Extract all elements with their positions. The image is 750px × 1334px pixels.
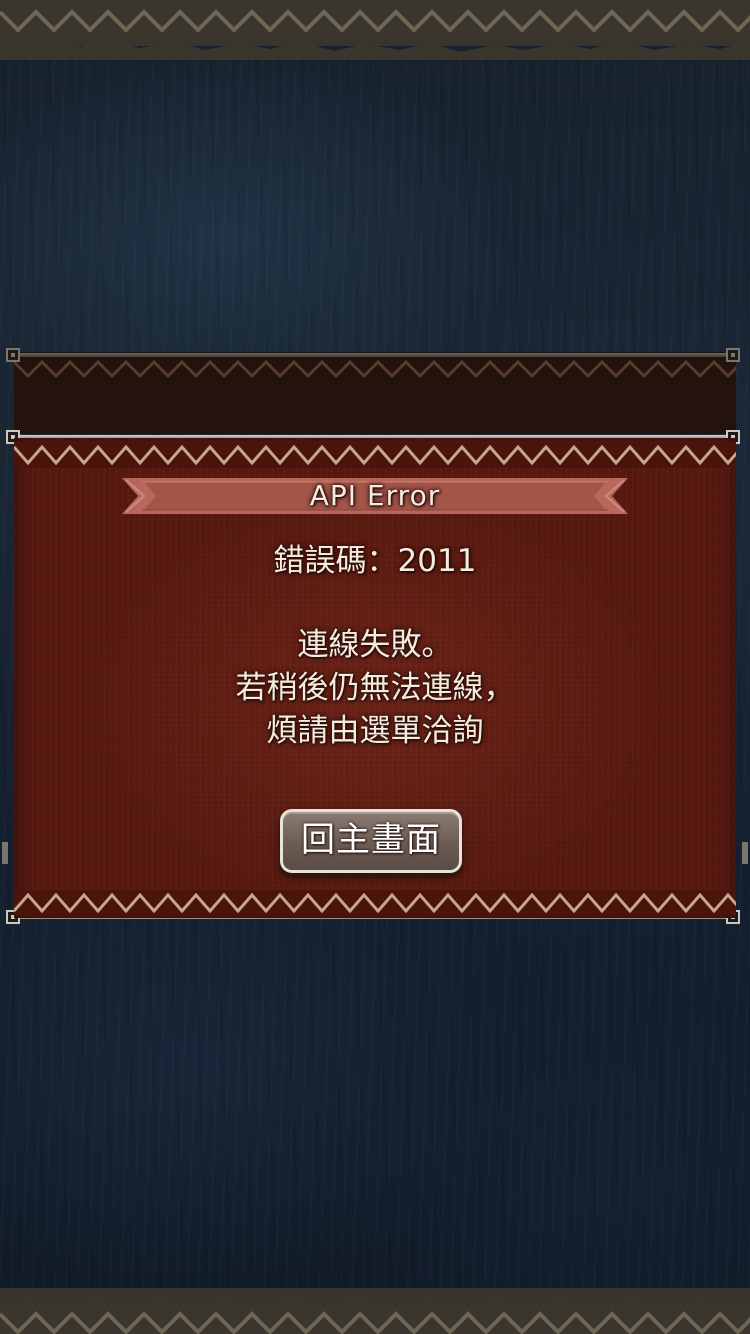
return-home-button[interactable]: 回主畫面 (280, 809, 462, 873)
corner-rivet-icon (6, 348, 20, 362)
message-line: 連線失敗。 (297, 627, 453, 663)
torn-bottom-border (0, 1272, 750, 1334)
error-code-separator: ： (366, 543, 398, 579)
error-code-value: 2011 (397, 543, 477, 579)
zigzag-border-bottom (14, 890, 736, 916)
message-line: 煩請由選單洽詢 (266, 713, 484, 749)
error-message: 連線失敗。 若稍後仍無法連線， 煩請由選單洽詢 (14, 624, 736, 753)
side-tick (742, 842, 748, 864)
error-code: 錯誤碼：2011 (14, 538, 736, 584)
torn-top-border (0, 0, 750, 62)
dialog-back-panel (14, 352, 736, 434)
dialog-title: API Error (309, 479, 441, 512)
title-ribbon: API Error (122, 474, 628, 518)
zigzag-border-top (14, 442, 736, 468)
dialog-back-rail (12, 353, 736, 357)
error-code-label: 錯誤碼 (273, 543, 367, 579)
corner-rivet-icon (726, 348, 740, 362)
side-tick (2, 842, 8, 864)
error-dialog: API Error 錯誤碼：2011 連線失敗。 若稍後仍無法連線， 煩請由選單… (14, 438, 736, 918)
message-line: 若稍後仍無法連線， (235, 670, 515, 706)
